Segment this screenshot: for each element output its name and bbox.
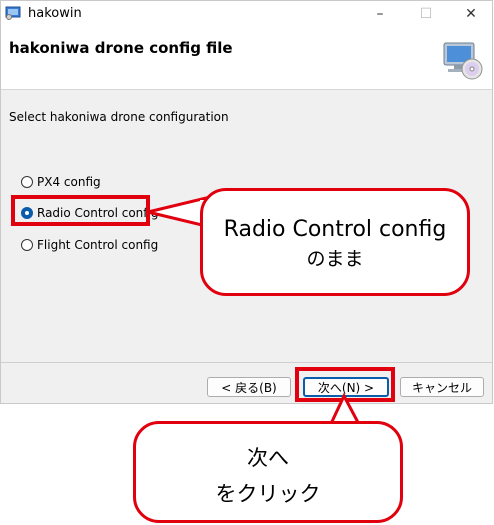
instruction-text: Select hakoniwa drone configuration [9,110,229,124]
radio-button[interactable] [21,239,33,251]
window-title: hakowin [28,6,82,21]
minimize-icon: – [376,6,384,22]
title-bar: hakowin – ☐ ✕ [1,1,492,27]
footer-divider [1,362,492,363]
computer-cd-icon [443,42,483,80]
callout-radio-line2: のまま [306,248,364,270]
radio-flight-control-config[interactable]: Flight Control config [21,238,158,252]
callout-radio-line1: Radio Control config [223,217,447,242]
close-button[interactable]: ✕ [448,1,494,27]
callout-next: 次へ をクリック [133,421,403,523]
maximize-button[interactable]: ☐ [403,1,449,27]
minimize-button[interactable]: – [357,1,403,27]
callout-radio-control: Radio Control config のまま [200,188,470,296]
highlight-radio-control [11,195,150,226]
cancel-button[interactable]: キャンセル [400,377,484,397]
radio-button[interactable] [21,176,33,188]
radio-px4-config[interactable]: PX4 config [21,175,101,189]
radio-label: PX4 config [37,175,101,189]
page-title: hakoniwa drone config file [9,39,233,57]
close-icon: ✕ [465,6,477,22]
radio-label: Flight Control config [37,238,159,252]
callout-next-line2: をクリック [215,482,321,506]
maximize-icon: ☐ [419,6,433,22]
back-button[interactable]: < 戻る(B) [207,377,291,397]
wizard-header: hakoniwa drone config file [1,27,492,90]
callout-next-line1: 次へ [247,446,289,470]
app-icon [5,6,21,20]
